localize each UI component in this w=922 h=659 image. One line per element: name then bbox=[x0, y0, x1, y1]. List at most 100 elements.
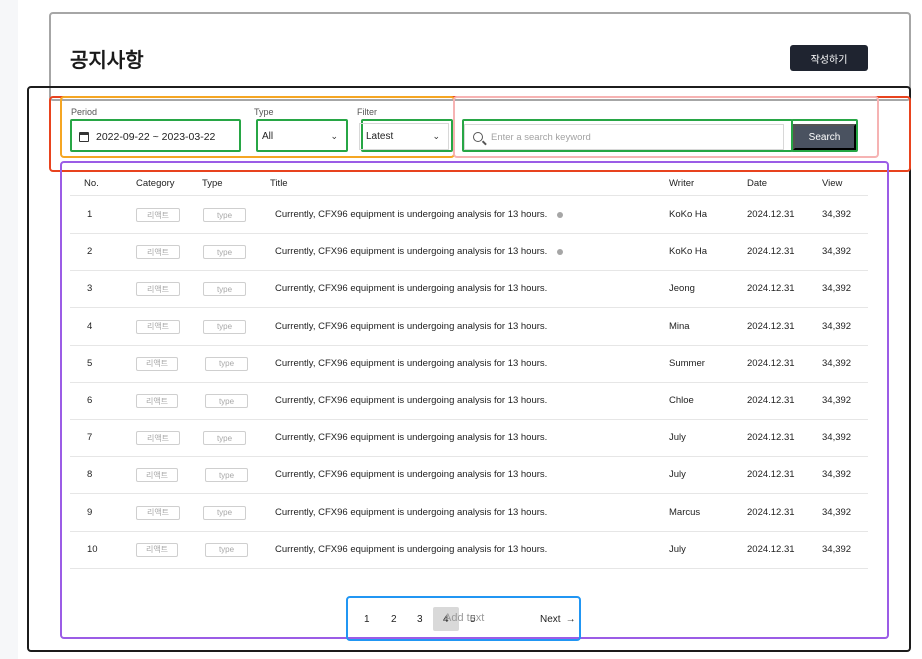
row-date: 2024.12.31 bbox=[747, 395, 795, 406]
table-row[interactable]: 9 리액트 type Currently, CFX96 equipment is un… bbox=[70, 494, 868, 531]
row-title[interactable]: Currently, CFX96 equipment is undergoing… bbox=[275, 382, 547, 419]
row-title[interactable]: Currently, CFX96 equipment is undergoing… bbox=[275, 531, 547, 568]
write-button[interactable]: 작성하기 bbox=[790, 45, 868, 71]
row-divider bbox=[70, 567, 868, 569]
search-input[interactable]: Enter a search keyword bbox=[464, 124, 784, 150]
column-header-date: Date bbox=[747, 178, 768, 189]
table-row[interactable]: 2 리액트 type Currently, CFX96 equipment is un… bbox=[70, 233, 868, 270]
category-tag: 리액트 bbox=[136, 394, 178, 408]
row-date: 2024.12.31 bbox=[747, 320, 795, 332]
page-2-button[interactable]: 2 bbox=[391, 614, 397, 625]
row-writer: KoKo Ha bbox=[669, 246, 708, 258]
row-title[interactable]: Currently, CFX96 equipment is undergoing… bbox=[275, 233, 564, 270]
table-row[interactable]: 8 리액트 type Currently, CFX96 equipment is un… bbox=[70, 456, 868, 493]
type-tag: type bbox=[205, 468, 248, 483]
row-title-text: Currently, CFX96 equipment is undergoing… bbox=[275, 395, 548, 406]
filter-select[interactable]: Latest ⌄ bbox=[359, 123, 449, 150]
row-views: 34,392 bbox=[822, 283, 852, 295]
table-row[interactable]: 10 리액트 type Currently, CFX96 equipment is u… bbox=[70, 531, 868, 568]
row-date: 2024.12.31 bbox=[747, 506, 795, 518]
row-title[interactable]: Currently, CFX96 equipment is undergoing… bbox=[275, 419, 547, 456]
category-tag: 리액트 bbox=[136, 208, 180, 222]
row-views: 34,392 bbox=[822, 209, 852, 220]
row-number: 8 bbox=[87, 469, 93, 481]
row-title[interactable]: Currently, CFX96 equipment is undergoing… bbox=[275, 270, 547, 307]
row-number: 9 bbox=[87, 506, 93, 518]
row-writer: July bbox=[669, 543, 686, 555]
row-title-text: Currently, CFX96 equipment is undergoing… bbox=[275, 357, 548, 369]
row-title[interactable]: Currently, CFX96 equipment is undergoing… bbox=[275, 456, 547, 493]
row-title-text: Currently, CFX96 equipment is undergoing… bbox=[275, 432, 548, 444]
search-placeholder: Enter a search keyword bbox=[491, 131, 591, 143]
row-views: 34,392 bbox=[822, 320, 852, 332]
column-header-title: Title bbox=[270, 178, 288, 189]
type-select[interactable]: All ⌄ bbox=[256, 123, 346, 150]
row-title[interactable]: Currently, CFX96 equipment is undergoing… bbox=[275, 308, 547, 345]
column-header-type: Type bbox=[202, 178, 223, 189]
category-tag: 리액트 bbox=[136, 468, 178, 483]
type-tag: type bbox=[203, 208, 246, 222]
row-date: 2024.12.31 bbox=[747, 543, 795, 555]
row-views: 34,392 bbox=[822, 506, 852, 518]
row-writer: KoKo Ha bbox=[669, 209, 708, 220]
row-title[interactable]: Currently, CFX96 equipment is undergoing… bbox=[275, 345, 547, 382]
add-text-overlay: Add text bbox=[444, 612, 485, 624]
row-date: 2024.12.31 bbox=[747, 283, 795, 295]
column-header-category: Category bbox=[136, 178, 175, 189]
unread-dot-icon bbox=[557, 211, 564, 218]
search-button[interactable]: Search bbox=[793, 124, 856, 150]
row-title-text: Currently, CFX96 equipment is undergoing… bbox=[275, 209, 548, 220]
type-tag: type bbox=[203, 319, 246, 334]
type-tag: type bbox=[205, 542, 248, 557]
filter-select-value: Latest bbox=[366, 131, 394, 142]
page-title: 공지사항 bbox=[70, 50, 144, 72]
row-title[interactable]: Currently, CFX96 equipment is undergoing… bbox=[275, 494, 547, 531]
table-row[interactable]: 5 리액트 type Currently, CFX96 equipment is un… bbox=[70, 345, 868, 382]
row-writer: Mina bbox=[669, 320, 690, 332]
column-header-writer: Writer bbox=[669, 178, 695, 189]
type-tag: type bbox=[203, 431, 246, 446]
table-row[interactable]: 7 리액트 type Currently, CFX96 equipment is un… bbox=[70, 419, 868, 456]
table-row[interactable]: 1 리액트 type Currently, CFX96 equipment is un… bbox=[70, 196, 868, 233]
category-tag: 리액트 bbox=[136, 319, 180, 334]
category-tag: 리액트 bbox=[136, 431, 180, 446]
next-label: Next bbox=[540, 614, 561, 625]
period-date-range-field[interactable]: 2022-09-22 ~ 2023-03-22 bbox=[71, 123, 239, 150]
row-writer: July bbox=[669, 432, 686, 444]
table-row[interactable]: 6 리액트 type Currently, CFX96 equipment is un… bbox=[70, 382, 868, 419]
row-writer: Chloe bbox=[669, 395, 694, 406]
category-tag: 리액트 bbox=[136, 356, 178, 371]
column-header-no: No. bbox=[84, 178, 99, 189]
row-views: 34,392 bbox=[822, 543, 852, 555]
row-views: 34,392 bbox=[822, 246, 852, 258]
period-value: 2022-09-22 ~ 2023-03-22 bbox=[96, 130, 216, 143]
row-title-text: Currently, CFX96 equipment is undergoing… bbox=[275, 506, 548, 518]
type-tag: type bbox=[203, 245, 246, 260]
row-date: 2024.12.31 bbox=[747, 432, 795, 444]
calendar-icon bbox=[79, 131, 89, 142]
category-tag: 리액트 bbox=[136, 282, 180, 297]
search-icon bbox=[473, 132, 483, 142]
table-row[interactable]: 3 리액트 type Currently, CFX96 equipment is un… bbox=[70, 270, 868, 307]
page-1-button[interactable]: 1 bbox=[364, 614, 370, 625]
row-title[interactable]: Currently, CFX96 equipment is undergoing… bbox=[275, 196, 564, 233]
row-views: 34,392 bbox=[822, 395, 852, 406]
row-number: 3 bbox=[87, 283, 93, 295]
row-views: 34,392 bbox=[822, 357, 852, 369]
chevron-down-icon: ⌄ bbox=[432, 131, 440, 141]
type-select-value: All bbox=[262, 131, 274, 142]
category-tag: 리액트 bbox=[136, 245, 180, 260]
period-label: Period bbox=[71, 107, 98, 117]
row-date: 2024.12.31 bbox=[747, 246, 795, 258]
row-number: 1 bbox=[87, 209, 93, 220]
next-page-button[interactable]: Next → bbox=[540, 614, 576, 625]
filter-label: Filter bbox=[357, 107, 377, 117]
table-row[interactable]: 4 리액트 type Currently, CFX96 equipment is un… bbox=[70, 308, 868, 345]
row-number: 4 bbox=[87, 320, 93, 332]
page-3-button[interactable]: 3 bbox=[417, 614, 423, 625]
row-writer: Summer bbox=[669, 357, 705, 369]
left-sidebar-strip bbox=[0, 0, 18, 659]
type-tag: type bbox=[205, 394, 248, 408]
arrow-right-icon: → bbox=[565, 614, 576, 625]
row-title-text: Currently, CFX96 equipment is undergoing… bbox=[275, 469, 548, 481]
